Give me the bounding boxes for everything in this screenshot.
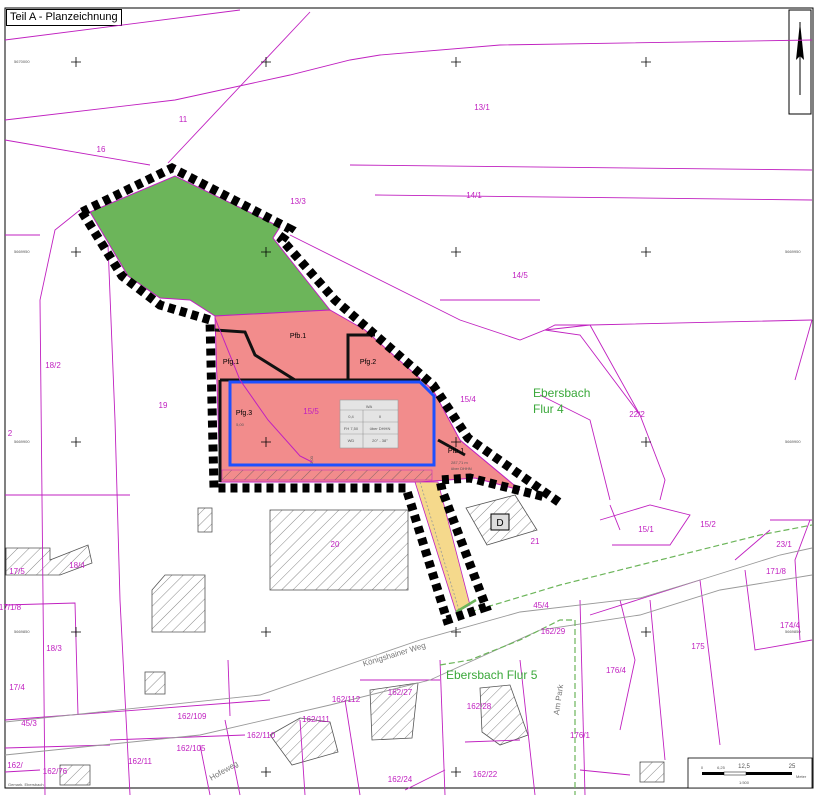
parcel-17-5: 17/5 — [9, 567, 25, 576]
scale-unit: Meter — [796, 774, 807, 779]
coord-y-5669950-left: 5669950 — [14, 249, 30, 254]
parcel-162-111: 162/111 — [302, 715, 330, 724]
coord-y-5669900-left: 5669900 — [14, 439, 30, 444]
parcel-162-28: 162/28 — [467, 702, 492, 711]
monument-marker: D — [490, 513, 510, 531]
label-dist-500: 5,00 — [236, 422, 245, 427]
parcel-20: 20 — [331, 540, 340, 549]
parcel-162-109: 162/109 — [178, 712, 207, 721]
schablone-dachneigung: 20° - 38° — [372, 438, 388, 443]
parcel-171-8: 171/8 — [766, 567, 787, 576]
label-height-1: 287,71 m — [451, 460, 468, 465]
parcel-21: 21 — [531, 537, 540, 546]
parcel-176-4: 176/4 — [606, 666, 627, 675]
coord-y-5669900-right: 5669900 — [785, 439, 801, 444]
parcel-15-4: 15/4 — [460, 395, 476, 404]
parcel-14-1: 14/1 — [466, 191, 482, 200]
schablone-dachform: WD — [348, 438, 355, 443]
parcel-18-4: 18/4 — [69, 561, 85, 570]
coord-y-5669850-right: 5669850 — [785, 629, 801, 634]
parcel-2: 2 — [8, 429, 13, 438]
parcel-162-112: 162/112 — [332, 695, 361, 704]
schablone-fh: FH 7,50 — [344, 426, 359, 431]
label-pfb1-right: Pfb.1 — [448, 448, 464, 455]
coord-y-5669950-right: 5669950 — [785, 249, 801, 254]
monument-label: D — [496, 518, 503, 529]
parcel-11: 11 — [179, 115, 188, 124]
parcel-14-5: 14/5 — [512, 271, 528, 280]
coord-y-5669850-left: 5669850 — [14, 629, 30, 634]
parcel-45-3: 45/3 — [21, 719, 37, 728]
label-dist-300: 3,00 — [309, 455, 314, 464]
parcel-23-1: 23/1 — [776, 540, 792, 549]
parcel-17-4: 17/4 — [9, 683, 25, 692]
parcel-162-27: 162/27 — [388, 688, 413, 697]
parcel-162-22: 162/22 — [473, 770, 498, 779]
schablone-grz: 0,4 — [348, 414, 354, 419]
parcel-176-1: 176/1 — [570, 731, 591, 740]
coord-y-5670000: 5670000 — [14, 59, 30, 64]
parcel-19: 19 — [159, 401, 168, 410]
hatched-strip — [221, 469, 433, 481]
parcel-175: 175 — [691, 642, 705, 651]
footer-note: Gemark. Ebersbach — [8, 782, 44, 787]
label-pfg2: Pfg.2 — [360, 359, 376, 366]
label-pfg3: Pfg.3 — [236, 410, 252, 417]
parcel-22-2: 22/2 — [629, 410, 645, 419]
parcel-15-1: 15/1 — [638, 525, 654, 534]
parcel-162-24: 162/24 — [388, 775, 413, 784]
parcel-162-105: 162/105 — [177, 744, 206, 753]
parcel-18-2: 18/2 — [45, 361, 61, 370]
street-am-park: Am Park — [552, 683, 565, 716]
parcel-45-4: 45/4 — [533, 601, 549, 610]
label-pfb1-top: Pfb.1 — [290, 333, 306, 340]
label-height-2: über DHHN — [451, 466, 472, 471]
parcel-16: 16 — [97, 145, 106, 154]
parcel-18-3: 18/3 — [46, 644, 62, 653]
scale-tick-25: 25 — [789, 764, 796, 770]
label-pfg1: Pfg.1 — [223, 359, 239, 366]
parcel-162-76: 162/76 — [43, 767, 68, 776]
parcel-162-11: 162/11 — [128, 757, 152, 766]
scale-tick-625: 6,25 — [717, 765, 726, 770]
parcel-13-3: 13/3 — [290, 197, 306, 206]
flur-ebersbach-5: Ebersbach Flur 5 — [446, 668, 538, 682]
parcel-15-5: 15/5 — [303, 407, 319, 416]
parcel-162: 162/ — [7, 761, 23, 770]
parcel-162-29: 162/29 — [541, 627, 566, 636]
existing-buildings — [5, 494, 665, 786]
schablone-header: WA — [366, 404, 373, 409]
parcel-17-1-8: 17/1/8 — [0, 603, 22, 612]
schablone-dhhn: über DHHN — [370, 426, 391, 431]
scale-tick-125: 12,5 — [738, 764, 750, 770]
flur-4: Flur 4 — [533, 402, 564, 416]
koenigshainer-weg-road — [4, 524, 813, 795]
scale-ratio: 1:500 — [739, 780, 750, 785]
parcel-162-110: 162/110 — [247, 731, 276, 740]
parcel-13-1: 13/1 — [474, 103, 490, 112]
nutzungsschablone: WA 0,4 II FH 7,50 über DHHN WD 20° - 38° — [339, 399, 399, 449]
north-arrow-icon — [788, 9, 812, 115]
parcel-15-2: 15/2 — [700, 520, 716, 529]
schablone-geschosse: II — [379, 414, 381, 419]
street-koenigshainer-weg: Königshainer Weg — [362, 641, 427, 669]
flur-ebersbach: Ebersbach — [533, 386, 590, 400]
plan-map[interactable]: WA 0,4 II FH 7,50 über DHHN WD 20° - 38°… — [0, 0, 819, 796]
scale-bar: 0 6,25 12,5 25 Meter 1:500 — [687, 757, 813, 789]
